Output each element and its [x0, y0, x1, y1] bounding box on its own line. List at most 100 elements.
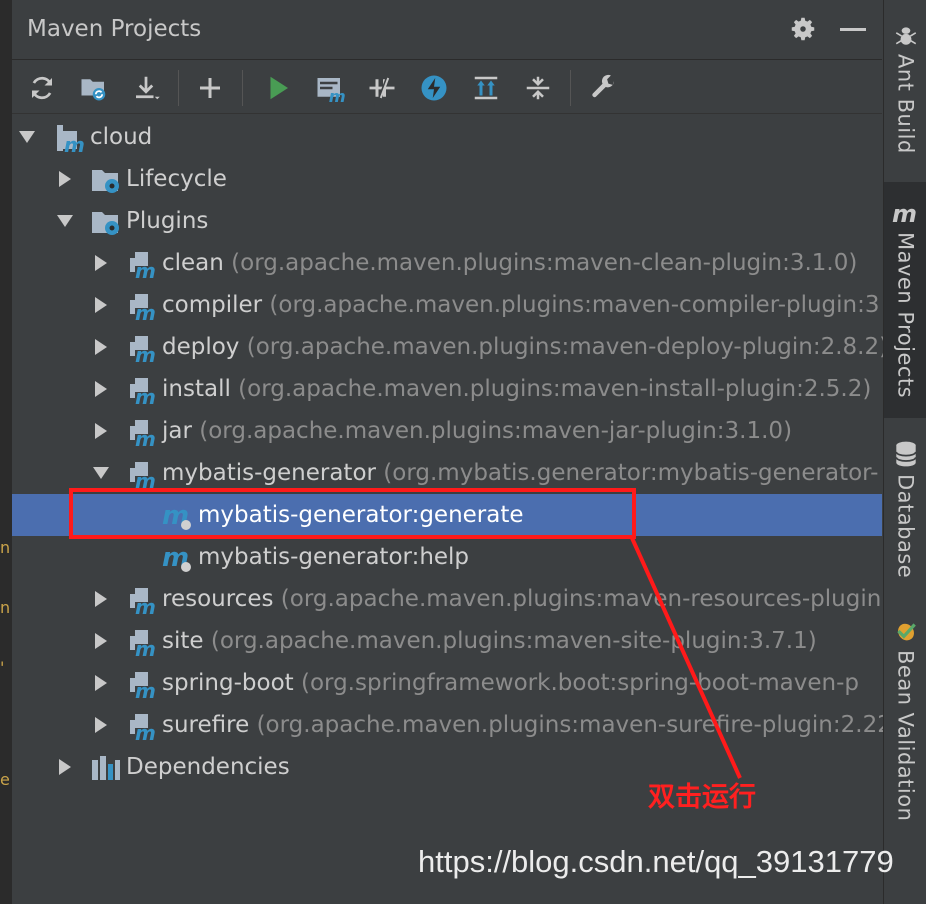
tree-label: cloud — [90, 124, 153, 150]
plugin-coordinates: (org.springframework.boot:spring-boot-ma… — [300, 670, 859, 696]
tree-node-plugin[interactable]: m site (org.apache.maven.plugins:maven-s… — [12, 620, 882, 662]
svg-text:m: m — [135, 385, 156, 406]
chevron-right-icon[interactable] — [92, 254, 110, 272]
tab-label: Database — [893, 474, 918, 579]
toolbar-separator — [178, 70, 179, 106]
skip-tests-icon[interactable] — [416, 70, 452, 106]
tree-node-plugin[interactable]: m install (org.apache.maven.plugins:mave… — [12, 368, 882, 410]
svg-text:m: m — [135, 301, 156, 322]
plugin-name: mybatis-generator — [162, 460, 376, 486]
toolbar-separator — [242, 70, 243, 106]
svg-text:m: m — [135, 469, 156, 490]
plugin-coordinates: (org.apache.maven.plugins:maven-clean-pl… — [231, 250, 858, 276]
plugin-name: site — [162, 628, 204, 654]
tree-node-plugins[interactable]: Plugins — [12, 200, 882, 242]
svg-text:m: m — [135, 637, 156, 658]
plugin-coordinates: (org.apache.maven.plugins:maven-surefire… — [256, 712, 892, 738]
chevron-right-icon[interactable] — [92, 590, 110, 608]
chevron-right-icon[interactable] — [92, 422, 110, 440]
tree-node-plugin[interactable]: m compiler (org.apache.maven.plugins:mav… — [12, 284, 882, 326]
tree-node-plugin[interactable]: m deploy (org.apache.maven.plugins:maven… — [12, 326, 888, 368]
tab-ant-build[interactable]: Ant Build — [884, 22, 926, 154]
maven-plugin-icon: m — [130, 672, 156, 700]
chevron-right-icon[interactable] — [92, 296, 110, 314]
chevron-down-icon[interactable] — [92, 464, 110, 482]
tree-label: Lifecycle — [126, 166, 227, 192]
maven-tree: m cloud Lifecycle Plugins m clean (org.a… — [12, 116, 892, 816]
maven-projects-panel: Maven Projects m m cloud Lifecycle Plugi… — [12, 0, 892, 904]
download-icon[interactable] — [128, 70, 164, 106]
plugin-name: deploy — [162, 334, 240, 360]
chevron-right-icon[interactable] — [92, 674, 110, 692]
plugin-name: resources — [162, 586, 274, 612]
tab-maven-projects[interactable]: m Maven Projects — [884, 182, 926, 418]
maven-plugin-icon: m — [130, 462, 156, 490]
settings-wrench-icon[interactable] — [586, 70, 622, 106]
plugin-coordinates: (org.mybatis.generator:mybatis-generator… — [383, 460, 879, 486]
tree-node-plugin[interactable]: m surefire (org.apache.maven.plugins:mav… — [12, 704, 892, 746]
plugin-coordinates: (org.apache.maven.plugins:maven-install-… — [238, 376, 872, 402]
maven-plugin-icon: m — [130, 336, 156, 364]
chevron-right-icon[interactable] — [56, 758, 74, 776]
chevron-down-icon[interactable] — [56, 212, 74, 230]
gear-icon[interactable] — [788, 14, 818, 44]
chevron-right-icon[interactable] — [92, 380, 110, 398]
tree-node-root[interactable]: m cloud — [12, 116, 882, 158]
plugin-name: spring-boot — [162, 670, 294, 696]
reimport-icon[interactable] — [24, 70, 60, 106]
svg-text:m: m — [135, 595, 156, 616]
generate-sources-icon[interactable] — [76, 70, 112, 106]
tree-node-goal-help[interactable]: m mybatis-generator:help — [12, 536, 882, 578]
maven-module-icon: m — [57, 125, 85, 154]
tab-label: Bean Validation — [893, 650, 918, 822]
annotation-note: 双击运行 — [648, 782, 756, 813]
plugin-name: surefire — [162, 712, 250, 738]
bean-validation-icon — [896, 623, 916, 641]
maven-plugin-icon: m — [130, 378, 156, 406]
plugin-name: clean — [162, 250, 224, 276]
panel-title: Maven Projects — [27, 16, 202, 42]
chevron-right-icon[interactable] — [92, 716, 110, 734]
chevron-right-icon[interactable] — [56, 170, 74, 188]
add-icon[interactable] — [192, 70, 228, 106]
tree-node-plugin[interactable]: m jar (org.apache.maven.plugins:maven-ja… — [12, 410, 882, 452]
tree-node-lifecycle[interactable]: Lifecycle — [12, 158, 882, 200]
tab-bean-validation[interactable]: Bean Validation — [884, 618, 926, 821]
chevron-down-icon[interactable] — [18, 128, 36, 146]
annotation-highlight-box — [69, 488, 636, 539]
run-icon[interactable] — [260, 70, 296, 106]
editor-glyph: e — [0, 770, 10, 789]
tree-node-plugin[interactable]: m clean (org.apache.maven.plugins:maven-… — [12, 242, 882, 284]
minimize-button[interactable] — [840, 28, 866, 31]
tree-node-plugin[interactable]: m spring-boot (org.springframework.boot:… — [12, 662, 882, 704]
chevron-right-icon[interactable] — [92, 338, 110, 356]
svg-text:m: m — [135, 427, 156, 448]
maven-goal-icon: m — [162, 543, 191, 573]
toggle-offline-icon[interactable] — [364, 70, 400, 106]
maven-plugin-icon: m — [130, 630, 156, 658]
execute-goal-icon[interactable]: m — [312, 70, 348, 106]
svg-text:m: m — [135, 343, 156, 364]
maven-plugin-icon: m — [130, 252, 156, 280]
dependencies-icon — [92, 756, 120, 780]
chevron-right-icon[interactable] — [92, 632, 110, 650]
ant-icon — [895, 27, 916, 45]
editor-glyph: ' — [0, 658, 5, 677]
plugin-coordinates: (org.apache.maven.plugins:maven-compiler… — [269, 292, 880, 318]
tab-label: Ant Build — [893, 54, 918, 154]
svg-text:m: m — [135, 721, 156, 742]
folder-gear-icon — [92, 170, 119, 193]
tab-database[interactable]: Database — [884, 440, 926, 578]
maven-toolbar: m — [12, 62, 882, 114]
watermark-url: https://blog.csdn.net/qq_39131779 — [418, 844, 894, 879]
tree-node-plugin[interactable]: m resources (org.apache.maven.plugins:ma… — [12, 578, 882, 620]
svg-text:m: m — [135, 679, 156, 700]
expand-all-icon[interactable] — [468, 70, 504, 106]
panel-header: Maven Projects — [12, 0, 882, 60]
maven-plugin-icon: m — [130, 294, 156, 322]
tree-label: Plugins — [126, 208, 209, 234]
svg-text:m: m — [892, 200, 917, 226]
maven-plugin-icon: m — [130, 420, 156, 448]
collapse-all-icon[interactable] — [520, 70, 556, 106]
maven-plugin-icon: m — [130, 714, 156, 742]
